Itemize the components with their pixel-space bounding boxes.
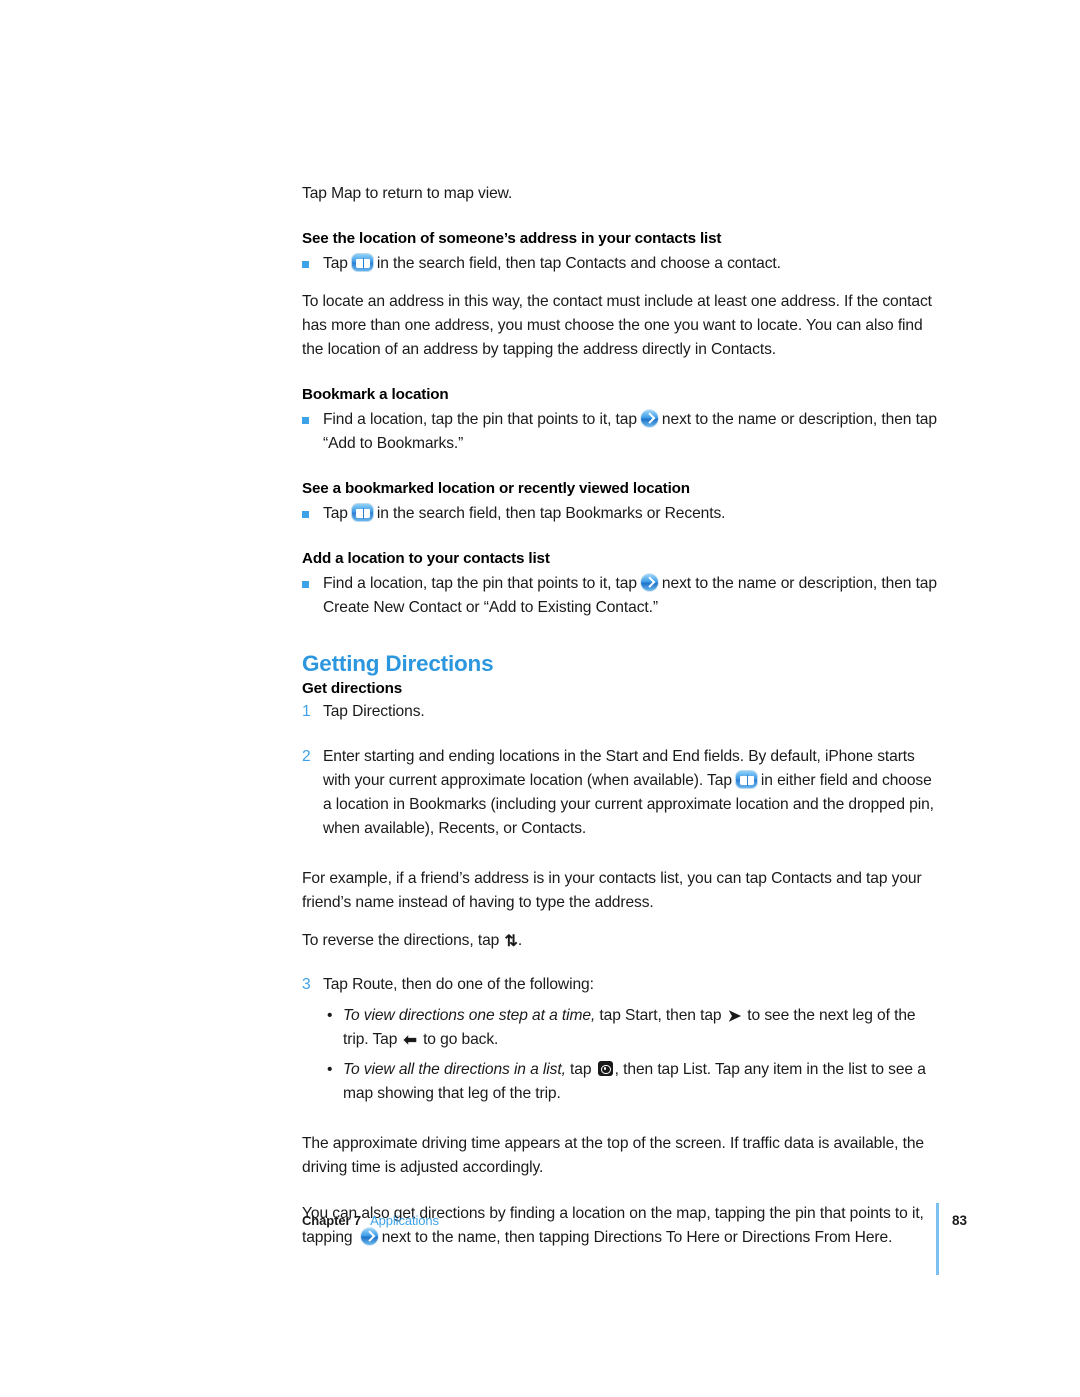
list-item: 2 Enter starting and ending locations in …: [302, 745, 942, 841]
list-item: • To view directions one step at a time, …: [323, 1004, 942, 1052]
task-heading-get-directions: Get directions: [302, 680, 403, 697]
sub-bullet-italic-lead: To view directions one step at a time,: [343, 1007, 596, 1024]
list-item: Tap in the search field, then tap Bookmar…: [302, 502, 942, 526]
bullet-list-add-location-contacts: Find a location, tap the pin that points…: [302, 572, 942, 620]
list-item: Find a location, tap the pin that points…: [302, 572, 942, 620]
footer-divider: [936, 1203, 939, 1275]
page-footer: Chapter 7 Applications 83: [302, 1203, 980, 1275]
bullet-text-before: Tap: [323, 255, 348, 272]
note-contacts-address: To locate an address in this way, the co…: [302, 293, 932, 358]
document-page: Tap Map to return to map view. See the l…: [0, 0, 1080, 1397]
section-heading-getting-directions: Getting Directions: [302, 651, 494, 676]
bullet-list-bookmark-location: Find a location, tap the pin that points…: [302, 408, 942, 456]
arrow-left-icon: ⬅: [403, 1032, 417, 1049]
bullet-text-before: Find a location, tap the pin that points…: [323, 411, 637, 428]
arrow-right-icon: ➤: [727, 1008, 742, 1025]
reverse-directions-note: To reverse the directions, tap ⇅.: [302, 929, 942, 953]
reverse-note-text-before: To reverse the directions, tap: [302, 932, 500, 949]
sub-bullet-italic-lead: To view all the directions in a list,: [343, 1061, 566, 1078]
sub-bullet-list: • To view directions one step at a time, …: [323, 1004, 942, 1106]
list-item: 1 Tap Directions.: [302, 700, 942, 724]
step-text: Tap Route, then do one of the following:: [323, 976, 594, 993]
numbered-steps-route: 3 Tap Route, then do one of the following…: [302, 973, 942, 997]
bullet-text-after: in the search field, then tap Bookmarks …: [376, 505, 726, 522]
bullet-text-before: Find a location, tap the pin that points…: [323, 575, 637, 592]
footer-chapter-info: Chapter 7 Applications: [302, 1213, 439, 1228]
bullet-list-see-bookmarked: Tap in the search field, then tap Bookmar…: [302, 502, 942, 526]
step-number: 1: [302, 703, 311, 720]
footer-chapter-label: Chapter 7: [302, 1213, 362, 1228]
round-bullet-icon: •: [327, 1061, 333, 1078]
bookmark-icon: [350, 253, 374, 272]
sub-bullet-text-1: tap: [570, 1061, 592, 1078]
bookmark-icon: [350, 503, 374, 522]
list-item: 3 Tap Route, then do one of the following…: [302, 973, 942, 997]
step2-example-note: For example, if a friend’s address is in…: [302, 870, 922, 911]
task-heading-bookmark-location: Bookmark a location: [302, 386, 449, 403]
bookmark-icon: [734, 770, 758, 789]
reverse-directions-icon: ⇅: [504, 933, 517, 950]
page-number: 83: [952, 1213, 968, 1228]
sub-bullet-text-1: tap Start, then tap: [599, 1007, 722, 1024]
square-bullet-icon: [302, 511, 309, 518]
reverse-note-text-after: .: [517, 932, 523, 949]
step-number: 3: [302, 976, 311, 993]
driving-time-note: The approximate driving time appears at …: [302, 1135, 925, 1176]
options-icon: [597, 1061, 613, 1076]
step-text: Tap Directions.: [323, 703, 425, 720]
bullet-text-before: Tap: [323, 505, 348, 522]
sub-bullet-group: • To view directions one step at a time, …: [323, 1004, 942, 1106]
square-bullet-icon: [302, 417, 309, 424]
list-item: • To view all the directions in a list, t…: [323, 1058, 942, 1106]
sub-bullet-text-3: to go back.: [423, 1031, 499, 1048]
list-item: Find a location, tap the pin that points…: [302, 408, 942, 456]
disclosure-arrow-icon: [639, 573, 659, 592]
intro-paragraph: Tap Map to return to map view.: [302, 185, 513, 202]
numbered-steps-get-directions: 1 Tap Directions. 2 Enter starting and end…: [302, 700, 942, 841]
bullet-list-contacts-address: Tap in the search field, then tap Contact…: [302, 252, 942, 276]
round-bullet-icon: •: [327, 1007, 333, 1024]
task-heading-add-location-contacts: Add a location to your contacts list: [302, 550, 550, 567]
square-bullet-icon: [302, 261, 309, 268]
square-bullet-icon: [302, 581, 309, 588]
step-number: 2: [302, 748, 311, 765]
disclosure-arrow-icon: [639, 409, 659, 428]
bullet-text-after: in the search field, then tap Contacts a…: [376, 255, 781, 272]
task-heading-see-bookmarked: See a bookmarked location or recently vi…: [302, 480, 690, 497]
footer-chapter-title: Applications: [370, 1213, 439, 1228]
task-heading-contacts-address: See the location of someone’s address in…: [302, 230, 722, 247]
page-content: Tap Map to return to map view. See the l…: [302, 182, 942, 1250]
list-item: Tap in the search field, then tap Contact…: [302, 252, 942, 276]
